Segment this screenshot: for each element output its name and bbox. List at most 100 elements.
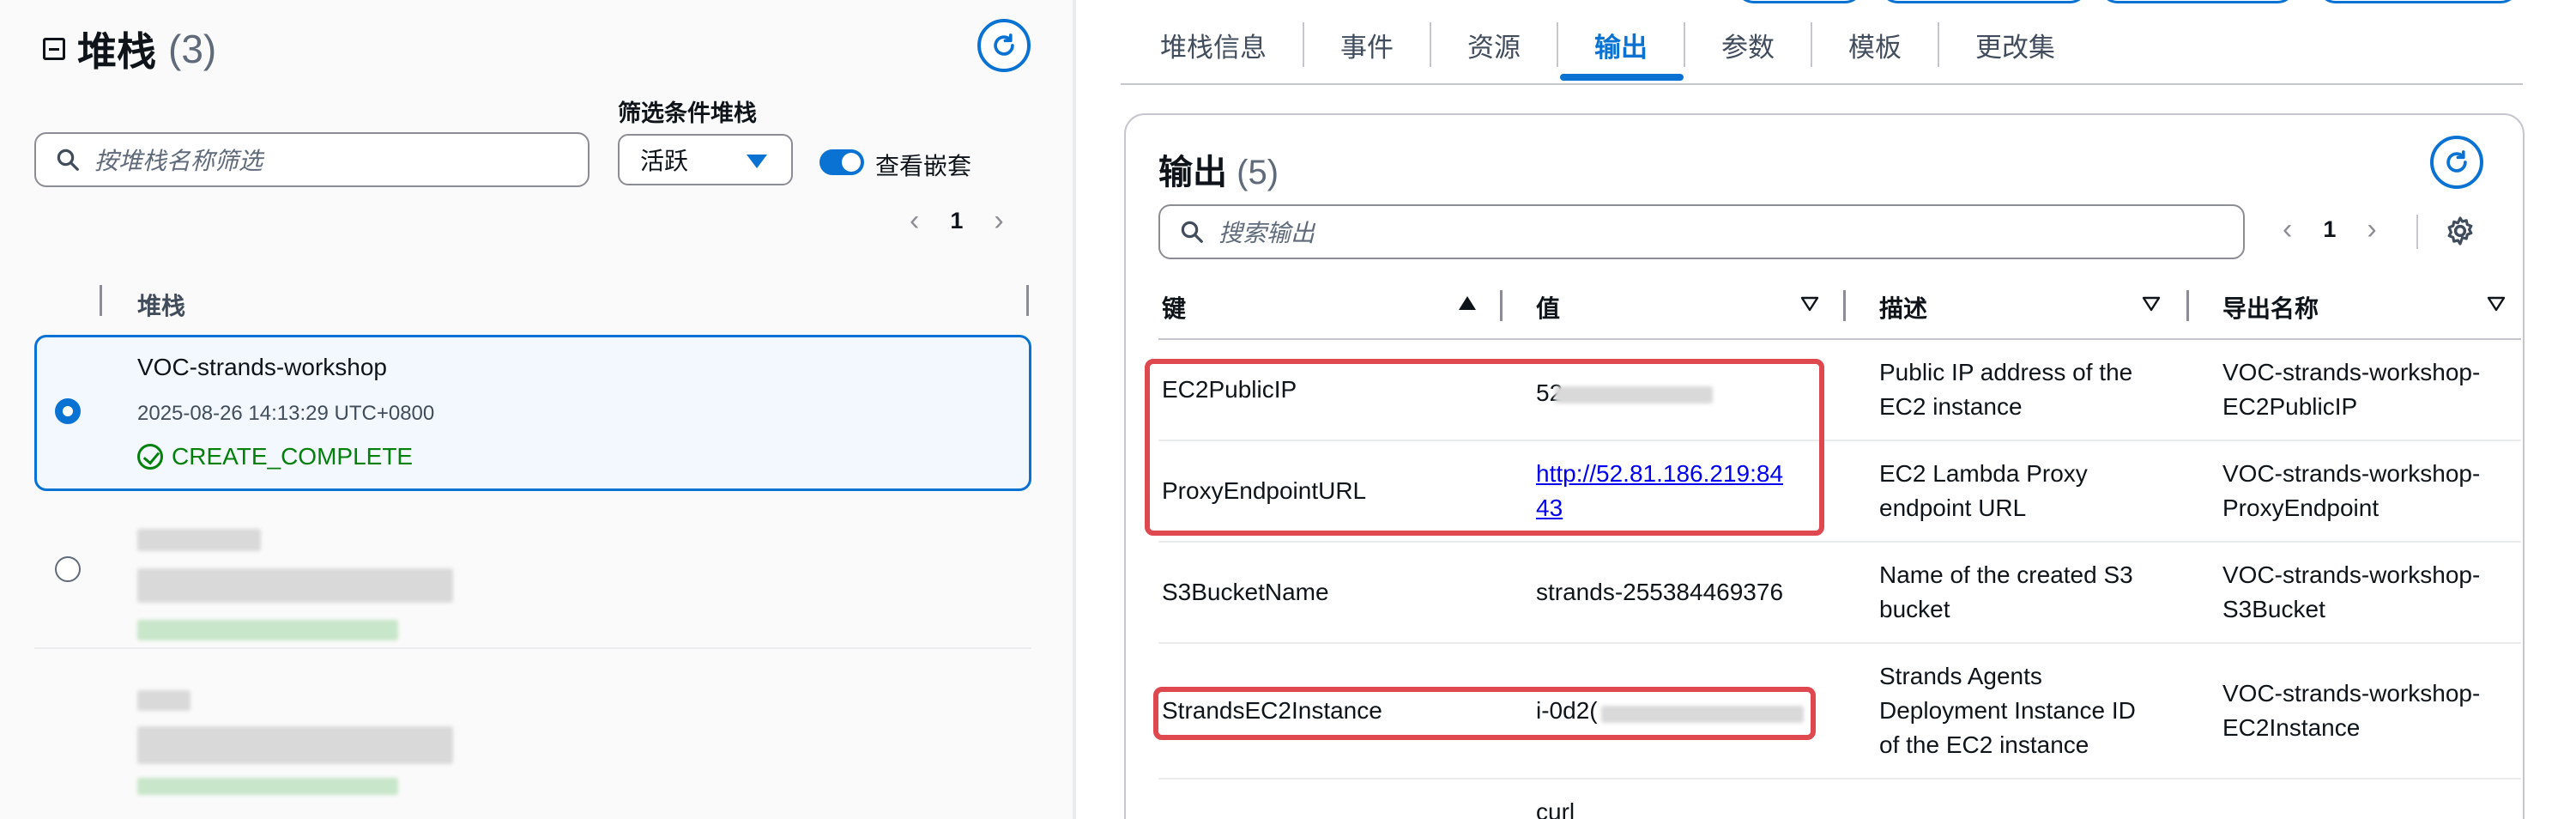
tab-divider — [1684, 22, 1685, 67]
stacks-count: (3) — [168, 27, 217, 71]
stack-search-placeholder: 按堆栈名称筛选 — [94, 148, 263, 174]
tab-parameters[interactable]: 参数 — [1721, 26, 1775, 64]
outputs-pagination: ‹ 1 › — [2283, 213, 2377, 246]
stack-search-input[interactable]: 按堆栈名称筛选 — [34, 132, 590, 187]
view-nested-label: 查看嵌套 — [875, 153, 972, 179]
tab-change-sets[interactable]: 更改集 — [1975, 26, 2055, 64]
chevron-left-icon[interactable]: ‹ — [910, 204, 919, 238]
column-header-key[interactable]: 键 — [1162, 290, 1186, 325]
redacted-stack-date — [137, 568, 453, 603]
caret-down-icon — [747, 155, 767, 168]
export-line: ProxyEndpoint — [2222, 494, 2379, 521]
tab-template[interactable]: 模板 — [1848, 26, 1902, 64]
stacks-pagination: ‹ 1 › — [910, 204, 1004, 238]
active-tab-indicator — [1560, 74, 1684, 81]
description-line: endpoint URL — [1879, 494, 2027, 521]
sort-descending-icon[interactable] — [2487, 296, 2506, 312]
tab-divider — [1557, 22, 1558, 67]
tab-divider — [1811, 22, 1812, 67]
chevron-right-icon[interactable]: › — [994, 204, 1003, 238]
table-row-divider — [1158, 541, 2521, 543]
outputs-count: (5) — [1237, 154, 1279, 191]
outputs-title: 输出 (5) — [1158, 144, 1279, 194]
stack-status: CREATE_COMPLETE — [137, 443, 413, 470]
outputs-search-input[interactable]: 搜索输出 — [1158, 204, 2245, 259]
description-line: EC2 instance — [1879, 393, 2023, 420]
stacks-refresh-button[interactable] — [977, 19, 1031, 72]
view-nested-toggle[interactable] — [819, 149, 864, 175]
check-circle-icon — [137, 444, 163, 470]
tab-resources[interactable]: 资源 — [1467, 26, 1521, 64]
output-value: curl — [1536, 798, 1575, 819]
output-export-name: VOC-strands-workshop- S3Bucket — [2222, 558, 2480, 627]
column-divider — [2186, 290, 2189, 321]
chevron-right-icon[interactable]: › — [2367, 213, 2376, 246]
output-description: EC2 Lambda Proxy endpoint URL — [1879, 457, 2088, 525]
description-line: EC2 Lambda Proxy — [1879, 460, 2088, 487]
redacted-stack-status — [137, 620, 398, 640]
highlight-box — [1145, 359, 1824, 536]
export-line: S3Bucket — [2222, 596, 2325, 622]
stack-status-filter-select[interactable]: 活跃 — [618, 134, 793, 185]
filter-label: 筛选条件堆栈 — [618, 100, 757, 126]
output-export-name: VOC-strands-workshop- EC2PublicIP — [2222, 355, 2480, 424]
redacted-stack-name — [137, 529, 261, 551]
refresh-icon — [994, 33, 1014, 56]
stack-radio[interactable] — [55, 556, 81, 582]
refresh-icon — [2446, 150, 2467, 173]
divider — [2416, 215, 2418, 249]
outputs-refresh-button[interactable] — [2430, 136, 2483, 189]
stack-created-date: 2025-08-26 14:13:29 UTC+0800 — [137, 402, 435, 425]
outputs-page-number[interactable]: 1 — [2323, 216, 2336, 243]
row-divider — [34, 647, 1031, 649]
action-button[interactable] — [2099, 0, 2296, 3]
outputs-search-placeholder: 搜索输出 — [1218, 220, 1315, 246]
description-line: Public IP address of the — [1879, 359, 2133, 385]
stack-name: VOC-strands-workshop — [137, 354, 387, 380]
settings-icon[interactable] — [2444, 215, 2476, 247]
outputs-title-text: 输出 — [1158, 154, 1227, 191]
chevron-left-icon[interactable]: ‹ — [2283, 213, 2292, 246]
stacks-panel-title: 堆栈 (3) — [43, 21, 216, 77]
stacks-page-number[interactable]: 1 — [950, 208, 963, 234]
table-row-divider — [1158, 642, 2521, 644]
column-divider — [100, 285, 102, 316]
description-line: Deployment Instance ID — [1879, 697, 2136, 724]
column-divider — [1026, 285, 1029, 316]
export-line: VOC-strands-workshop- — [2222, 561, 2481, 588]
column-divider — [1843, 290, 1846, 321]
tab-divider — [1430, 22, 1431, 67]
stacks-column-header[interactable]: 堆栈 — [137, 288, 185, 322]
export-line: VOC-strands-workshop- — [2222, 680, 2481, 707]
output-description: Name of the created S3 bucket — [1879, 558, 2133, 627]
description-line: Name of the created S3 — [1879, 561, 2133, 588]
export-line: EC2PublicIP — [2222, 393, 2358, 420]
stacks-title-text: 堆栈 — [77, 29, 156, 74]
description-line: of the EC2 instance — [1879, 731, 2089, 758]
redacted-stack-status — [137, 778, 398, 795]
tab-events[interactable]: 事件 — [1340, 26, 1394, 64]
action-button[interactable] — [2317, 0, 2519, 3]
collapse-icon[interactable] — [43, 38, 65, 60]
column-header-description[interactable]: 描述 — [1879, 290, 1927, 325]
stack-status-text: CREATE_COMPLETE — [172, 443, 414, 470]
tab-outputs[interactable]: 输出 — [1594, 26, 1648, 64]
output-value: strands-255384469376 — [1536, 579, 1784, 605]
tabs-baseline — [1121, 83, 2523, 85]
tab-stack-info[interactable]: 堆栈信息 — [1160, 26, 1267, 64]
stack-radio-selected[interactable] — [55, 398, 81, 424]
sort-descending-icon[interactable] — [1800, 296, 1819, 312]
column-header-value[interactable]: 值 — [1536, 290, 1560, 325]
table-header-divider — [1158, 338, 2521, 340]
sort-ascending-icon[interactable] — [1459, 296, 1476, 310]
output-description: Strands Agents Deployment Instance ID of… — [1879, 659, 2136, 762]
sort-descending-icon[interactable] — [2142, 296, 2161, 312]
output-key: S3BucketName — [1162, 579, 1329, 605]
stack-status-filter-value: 活跃 — [640, 148, 689, 174]
export-line: VOC-strands-workshop- — [2222, 359, 2481, 385]
export-line: EC2Instance — [2222, 714, 2361, 741]
action-button[interactable] — [1879, 0, 2089, 3]
action-button[interactable] — [1735, 0, 1864, 3]
redacted-stack-name — [137, 690, 190, 711]
column-header-export-name[interactable]: 导出名称 — [2222, 290, 2319, 325]
